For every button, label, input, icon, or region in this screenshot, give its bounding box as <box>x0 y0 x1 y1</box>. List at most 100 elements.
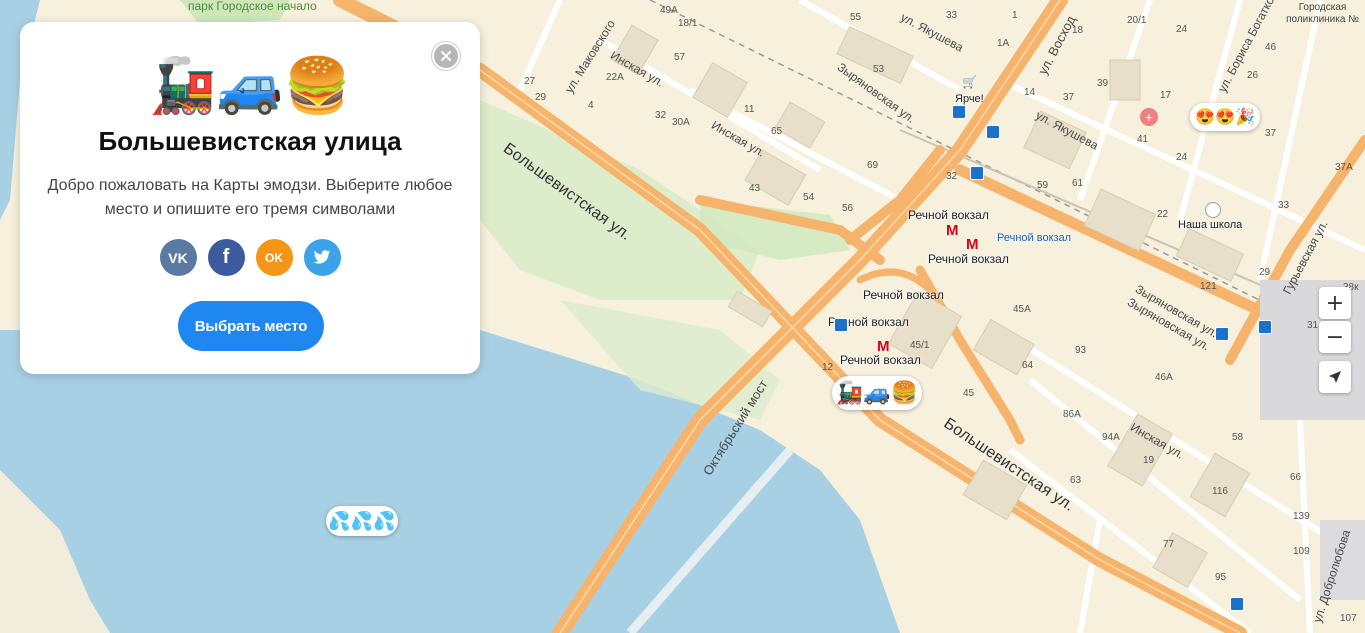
house-number: 37 <box>1265 128 1277 139</box>
house-number: 32 <box>946 171 958 182</box>
house-number: 12 <box>822 362 834 373</box>
facebook-share-button[interactable]: f <box>207 239 245 276</box>
metro-icon[interactable]: M <box>966 236 979 253</box>
house-number: 19 <box>1143 455 1155 466</box>
house-number: 77 <box>1163 539 1175 550</box>
house-number: 45А <box>1013 304 1031 315</box>
house-number: 43 <box>749 183 761 194</box>
house-number: 4 <box>588 100 594 111</box>
metro-icon[interactable]: M <box>946 222 959 239</box>
poi-school[interactable]: Наша школа <box>1178 219 1242 231</box>
house-number: 37А <box>1335 162 1353 173</box>
poi-clinic-label: Городская поликлиника № <box>1286 2 1359 25</box>
school-icon[interactable] <box>1205 202 1221 218</box>
house-number: 53 <box>873 64 885 75</box>
emoji-pin-top-right[interactable]: 😍😍🎉 <box>1190 103 1260 131</box>
twitter-icon <box>313 250 331 264</box>
choose-place-button[interactable]: Выбрать место <box>178 301 324 351</box>
house-number: 64 <box>1022 360 1034 371</box>
house-number: 46 <box>1265 42 1277 53</box>
minus-icon: − <box>1325 324 1345 350</box>
house-number: 1А <box>997 38 1010 49</box>
house-number: 31 <box>1307 320 1319 331</box>
zoom-in-button[interactable]: + <box>1319 287 1351 319</box>
pin-emoji: 💦💦💦 <box>328 510 396 531</box>
house-number: 59 <box>1037 180 1049 191</box>
house-number: 55 <box>850 12 862 23</box>
house-number: 32 <box>655 110 667 121</box>
twitter-share-button[interactable] <box>303 239 341 276</box>
geolocation-button[interactable] <box>1319 361 1351 393</box>
house-number: 61 <box>1072 178 1084 189</box>
house-number: 33 <box>946 10 958 21</box>
house-number: 17 <box>1160 90 1172 101</box>
vk-share-button[interactable]: VK <box>159 239 197 276</box>
share-buttons: VK f OK <box>20 239 480 276</box>
bus-stop-icon[interactable] <box>970 166 984 180</box>
card-emoji: 🚂🚙🍔 <box>149 56 351 116</box>
facebook-icon: f <box>222 246 230 268</box>
plus-icon: + <box>1325 290 1345 316</box>
bus-stop-icon[interactable] <box>986 125 1000 139</box>
bus-stop-icon[interactable] <box>1230 597 1244 611</box>
house-number: 69 <box>867 160 879 171</box>
house-number: 18 <box>1072 25 1084 36</box>
house-number: 27 <box>524 76 536 87</box>
bus-stop-icon[interactable] <box>1215 327 1229 341</box>
poi-yarche[interactable]: Ярче! <box>955 93 984 105</box>
house-number: 109 <box>1293 546 1310 557</box>
house-number: 11 <box>744 104 755 115</box>
house-number: 65 <box>771 126 783 137</box>
bus-stop-icon[interactable] <box>1258 320 1272 334</box>
place-card: 🚂🚙🍔 Большевистская улица Добро пожаловат… <box>20 22 480 374</box>
house-number: 116 <box>1212 486 1228 497</box>
house-number: 95 <box>1215 572 1227 583</box>
locate-arrow-icon <box>1329 371 1341 383</box>
house-number: 22 <box>1157 209 1169 220</box>
house-number: 66 <box>1290 472 1302 483</box>
house-number: 46А <box>1155 372 1173 383</box>
card-description: Добро пожаловать на Карты эмодзи. Выбери… <box>47 177 453 218</box>
hospital-icon[interactable]: + <box>1140 108 1158 126</box>
house-number: 93 <box>1075 345 1087 356</box>
house-number: 29 <box>535 92 547 103</box>
pin-emoji: 😍😍🎉 <box>1195 109 1255 126</box>
poi-rechnoy-vokzal[interactable]: Речной вокзал <box>997 232 1071 244</box>
house-number: 63 <box>1070 475 1082 486</box>
house-number: 39 <box>1097 78 1109 89</box>
bus-stop-icon[interactable] <box>834 318 848 332</box>
house-number: 56 <box>842 203 854 214</box>
house-number: 58 <box>1232 432 1244 443</box>
house-number: 107 <box>1340 613 1357 624</box>
house-number: 139 <box>1293 511 1310 522</box>
house-number: 14 <box>1024 87 1036 98</box>
odnoklassniki-icon: OK <box>265 250 283 265</box>
poi-rechnoy-vokzal[interactable]: Речной вокзал <box>863 288 944 302</box>
house-number: 37 <box>1063 92 1075 103</box>
vk-icon: VK <box>168 249 188 266</box>
house-number: 22А <box>606 72 624 83</box>
poi-rechnoy-vokzal[interactable]: Речной вокзал <box>840 353 921 367</box>
emoji-pin-water[interactable]: 💦💦💦 <box>326 506 398 536</box>
card-title: Большевистская улица <box>98 126 402 156</box>
poi-rechnoy-vokzal[interactable]: Речной вокзал <box>908 208 989 222</box>
poi-park-label: парк Городское начало <box>188 0 317 13</box>
house-number: 121 <box>1200 281 1217 292</box>
house-number: 57 <box>674 52 686 63</box>
house-number: 29 <box>1259 267 1271 278</box>
house-number: 49А <box>660 5 678 16</box>
pin-emoji: 🚂🚙🍔 <box>835 380 919 405</box>
house-number: 20/1 <box>1127 15 1147 26</box>
odnoklassniki-share-button[interactable]: OK <box>255 239 293 276</box>
bus-stop-icon[interactable] <box>952 105 966 119</box>
poi-rechnoy-vokzal[interactable]: Речной вокзал <box>928 252 1009 266</box>
house-number: 45 <box>963 388 975 399</box>
emoji-pin-main[interactable]: 🚂🚙🍔 <box>832 376 922 410</box>
zoom-out-button[interactable]: − <box>1319 321 1351 353</box>
house-number: 94А <box>1102 432 1120 443</box>
shop-icon[interactable]: 🛒 <box>962 75 977 89</box>
house-number: 33 <box>1278 200 1290 211</box>
metro-icon[interactable]: M <box>877 338 890 355</box>
house-number: 24 <box>1176 152 1188 163</box>
house-number: 86А <box>1063 409 1081 420</box>
